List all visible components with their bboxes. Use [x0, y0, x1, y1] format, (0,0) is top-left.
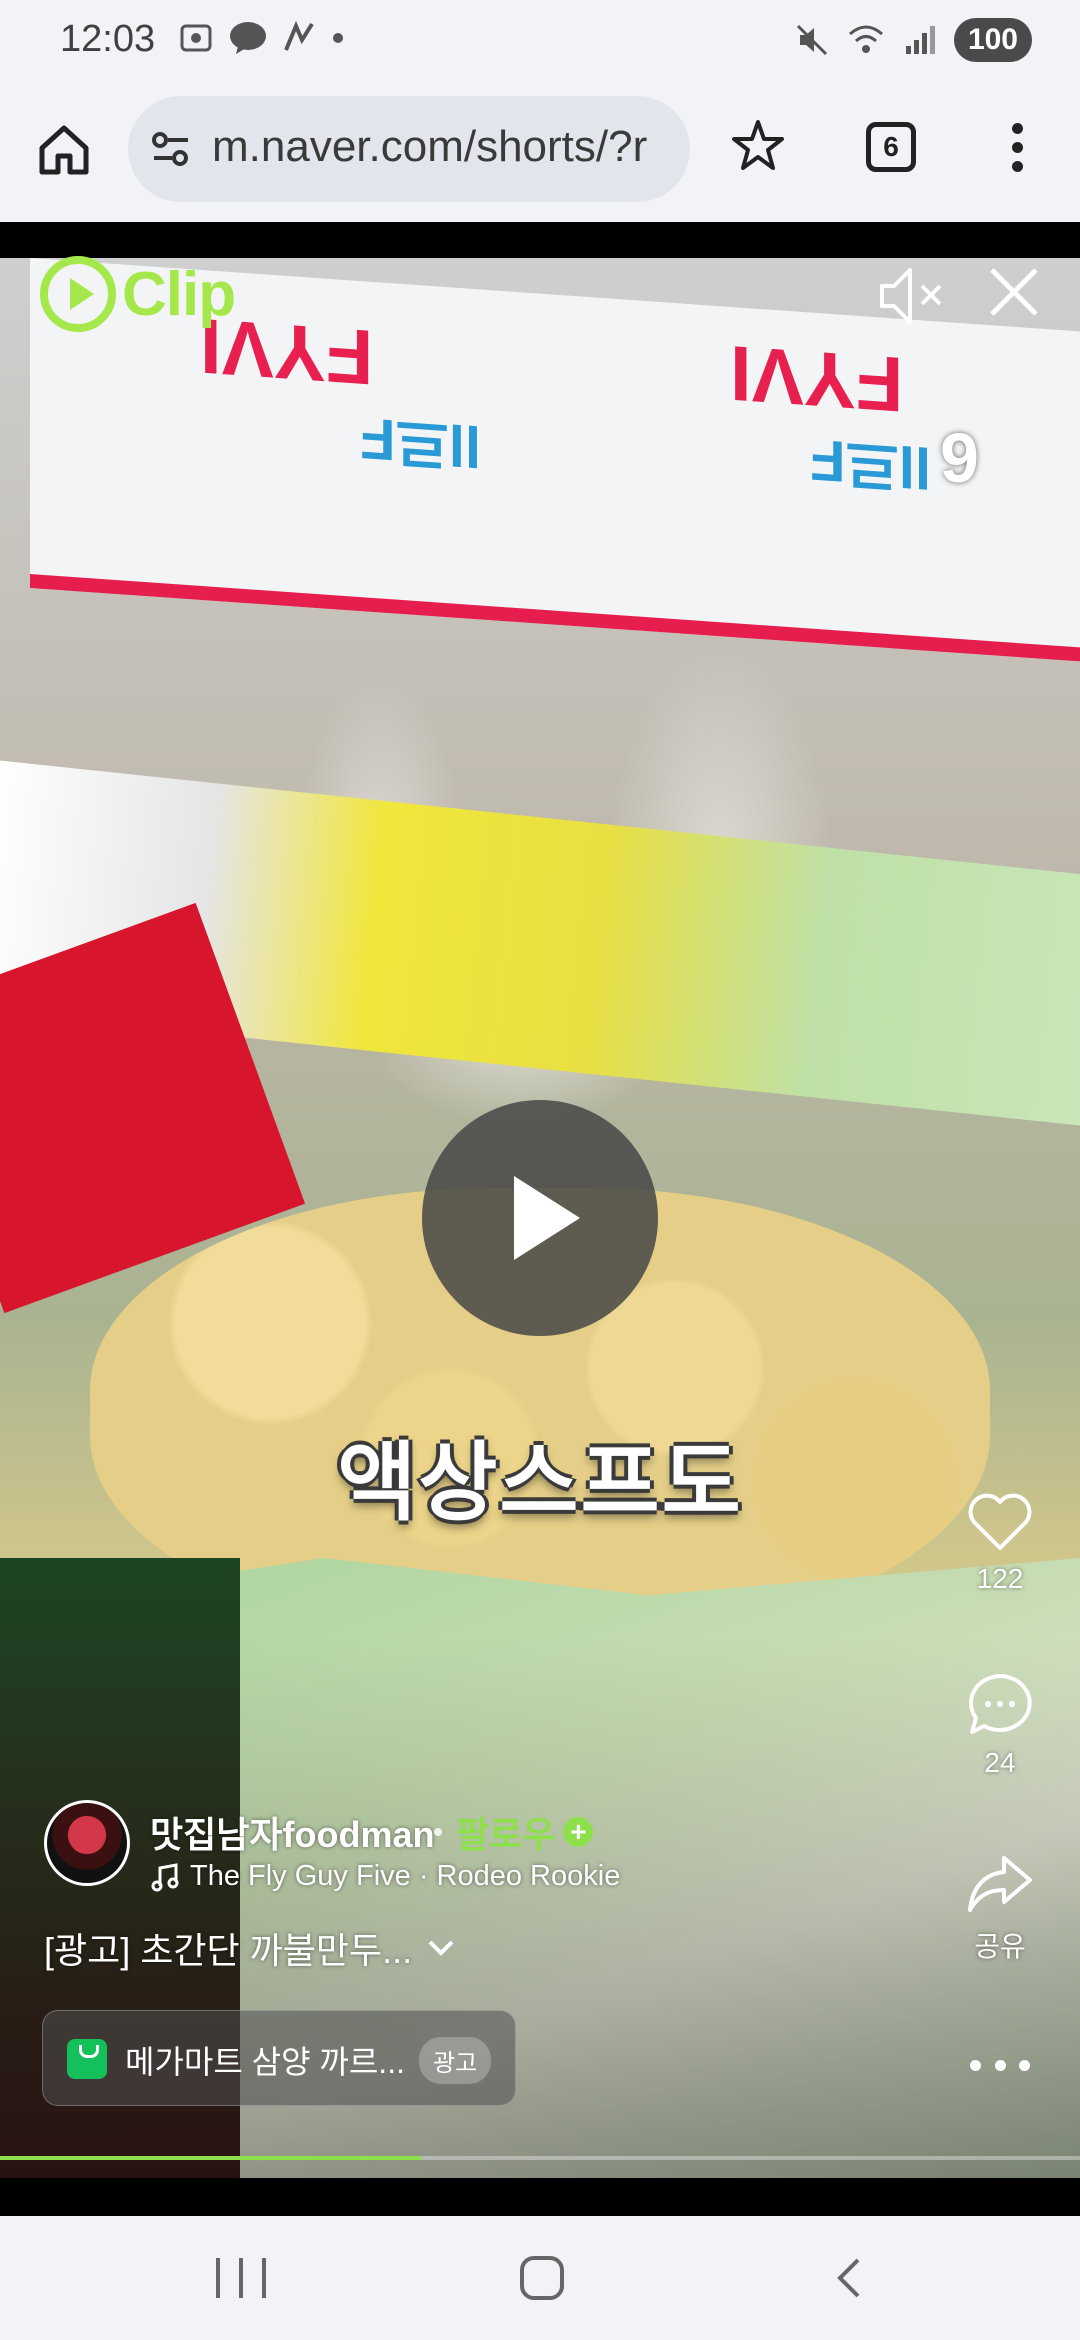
plus-icon[interactable]: +: [563, 1817, 594, 1847]
like-button[interactable]: 122: [950, 1490, 1050, 1595]
clip-logo: Clip: [40, 256, 236, 332]
separator-dot: [434, 1828, 442, 1836]
site-settings-icon[interactable]: [148, 126, 194, 172]
home-icon[interactable]: [34, 120, 94, 180]
ad-badge: 광고: [419, 2037, 492, 2084]
status-system-icons: 100: [794, 18, 1032, 62]
bookmark-star-icon[interactable]: [728, 116, 788, 176]
video-subtitle: 액상스프도: [337, 1435, 743, 1531]
follow-label[interactable]: 팔로우: [456, 1806, 555, 1858]
share-button[interactable]: 공유: [950, 1852, 1050, 1965]
close-icon[interactable]: [984, 262, 1044, 322]
share-arrow-icon[interactable]: [964, 1852, 1036, 1916]
shopping-bag-icon: [67, 2039, 107, 2079]
video-overlay-number: 9: [940, 419, 979, 497]
play-button[interactable]: [422, 1100, 658, 1336]
heart-icon[interactable]: [964, 1490, 1036, 1554]
screenshot-icon: [180, 24, 212, 52]
chevron-down-icon[interactable]: [426, 1938, 456, 1958]
comment-icon[interactable]: [964, 1670, 1036, 1738]
mute-status-icon: [796, 24, 827, 56]
battery-indicator: 100: [953, 18, 1032, 62]
address-bar[interactable]: m.naver.com/shorts/?r: [128, 96, 690, 202]
url-text[interactable]: m.naver.com/shorts/?r: [212, 122, 682, 172]
more-notifications-dot-icon: [333, 33, 343, 43]
like-count: 122: [976, 1563, 1024, 1594]
music-info[interactable]: The Fly Guy Five · Rodeo Rookie: [150, 1860, 620, 1893]
video-progress-bar[interactable]: [0, 2156, 1080, 2160]
clip-play-logo-icon: [40, 256, 116, 332]
status-bar: 12:03 100: [0, 0, 1080, 82]
recent-apps-icon[interactable]: [216, 2258, 266, 2298]
back-icon[interactable]: [828, 2256, 872, 2300]
share-label: 공유: [974, 1931, 1026, 1962]
mute-toggle-icon[interactable]: [876, 262, 948, 330]
browser-toolbar: m.naver.com/shorts/?r 6: [0, 82, 1080, 222]
app-notification-icon: [284, 20, 314, 51]
talk-icon: [230, 22, 266, 54]
status-notification-icons: [178, 20, 344, 56]
music-note-icon: [151, 1862, 179, 1891]
music-title[interactable]: The Fly Guy Five · Rodeo Rookie: [190, 1860, 620, 1893]
comment-button[interactable]: 24: [950, 1670, 1050, 1779]
ad-product-text[interactable]: 메가마트 삼양 까르...: [125, 2037, 405, 2083]
author-name[interactable]: 맛집남자foodman: [150, 1806, 434, 1858]
home-nav-icon[interactable]: [520, 2256, 564, 2300]
wifi-icon: [848, 25, 883, 53]
status-time: 12:03: [60, 18, 156, 60]
signal-icon: [905, 26, 935, 54]
ad-product-chip[interactable]: 메가마트 삼양 까르... 광고: [42, 2010, 516, 2106]
tab-switcher-button[interactable]: 6: [866, 122, 916, 172]
video-progress-fill: [0, 2156, 422, 2160]
caption-text[interactable]: [광고] 초간단 까불만두...: [44, 1922, 412, 1974]
more-menu-icon[interactable]: [1000, 118, 1034, 178]
avatar[interactable]: [44, 1800, 130, 1886]
more-options-icon[interactable]: [970, 2060, 1030, 2076]
follow-button[interactable]: 팔로우 +: [434, 1806, 594, 1858]
system-navigation-bar: [0, 2216, 1080, 2340]
comment-count: 24: [984, 1747, 1016, 1778]
caption-row[interactable]: [광고] 초간단 까불만두...: [44, 1922, 456, 1974]
clip-logo-text: Clip: [122, 259, 236, 329]
